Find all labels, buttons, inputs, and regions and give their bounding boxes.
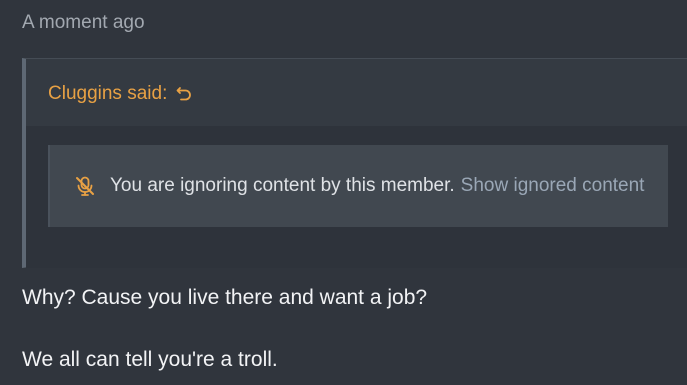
ignored-content-message: You are ignoring content by this member. <box>110 175 455 196</box>
post-body-line-1: Why? Cause you live there and want a job… <box>22 286 428 309</box>
ignored-content-notice: You are ignoring content by this member.… <box>48 145 668 227</box>
quote-block: Cluggins said: You are ignoring content … <box>22 58 687 268</box>
post-body-line-2: We all can tell you're a troll. <box>22 348 278 371</box>
reply-arrow-icon[interactable] <box>176 86 192 102</box>
post-timestamp: A moment ago <box>22 12 145 33</box>
show-ignored-content-link[interactable]: Show ignored content <box>461 175 645 197</box>
microphone-slash-icon <box>74 175 96 197</box>
quote-header: Cluggins said: <box>26 59 687 126</box>
quote-author-link[interactable]: Cluggins said: <box>48 83 192 105</box>
quote-author-label: Cluggins said: <box>48 83 168 104</box>
quote-body: You are ignoring content by this member.… <box>26 126 687 268</box>
